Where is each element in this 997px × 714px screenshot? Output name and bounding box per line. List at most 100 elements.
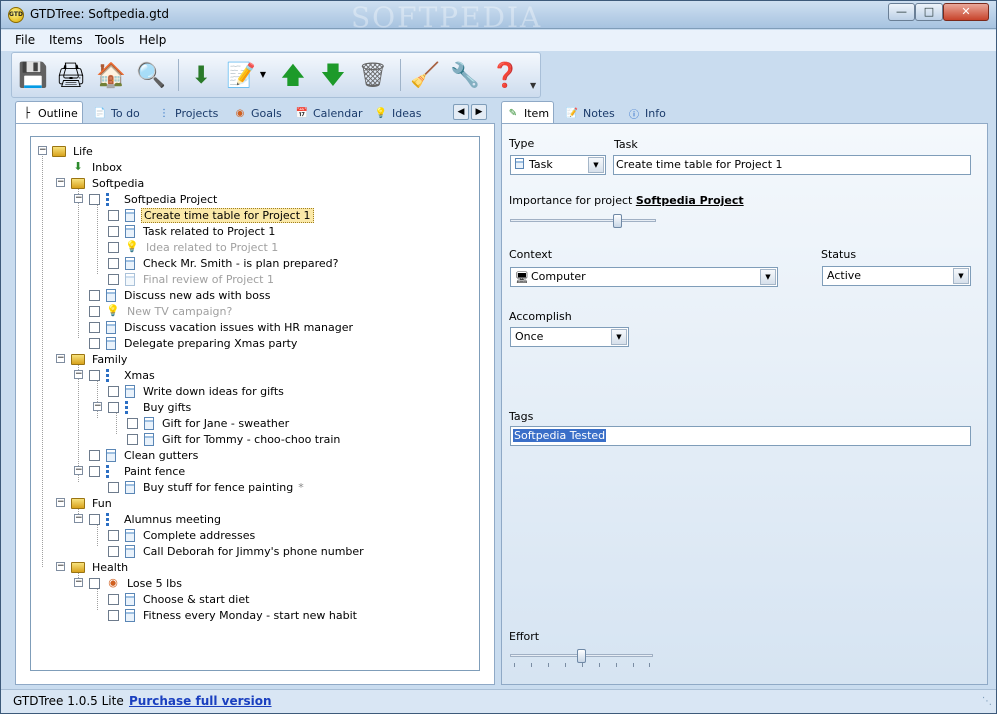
menu-file[interactable]: File — [15, 33, 35, 47]
resize-grip-icon[interactable]: ⋱ — [982, 696, 992, 707]
tree-node-lose-5[interactable]: ◉ Lose 5 lbs — [89, 575, 184, 591]
checkbox[interactable] — [89, 305, 100, 317]
tree-node-fitness[interactable]: Fitness every Monday - start new habit — [108, 607, 359, 623]
checkbox[interactable] — [108, 593, 119, 605]
purchase-link[interactable]: Purchase full version — [129, 694, 272, 708]
collapse-toggle[interactable]: − — [74, 466, 83, 475]
collapse-toggle[interactable]: − — [74, 370, 83, 379]
status-select[interactable]: Active ▼ — [822, 266, 971, 286]
tree-node-fun[interactable]: Fun — [71, 495, 114, 511]
tab-outline[interactable]: ├ Outline — [15, 101, 83, 124]
checkbox[interactable] — [89, 449, 100, 461]
import-button[interactable]: ⬇ — [184, 58, 218, 92]
tab-scroll-left-button[interactable]: ◀ — [453, 104, 469, 120]
tab-projects[interactable]: ⋮ Projects — [153, 103, 222, 123]
help-button[interactable]: ❓ — [488, 58, 522, 92]
search-button[interactable]: 🔍 — [134, 58, 168, 92]
tab-ideas[interactable]: 💡 Ideas — [370, 103, 425, 123]
checkbox[interactable] — [89, 321, 100, 333]
collapse-toggle[interactable]: − — [56, 498, 65, 507]
tab-scroll-right-button[interactable]: ▶ — [471, 104, 487, 120]
tab-goals[interactable]: ◉ Goals — [229, 103, 286, 123]
context-select[interactable]: 🖥 Computer ▼ — [510, 267, 778, 287]
save-button[interactable]: 💾 — [16, 58, 50, 92]
slider-thumb[interactable] — [577, 649, 586, 663]
tab-notes[interactable]: 📝 Notes — [561, 103, 619, 123]
collapse-toggle[interactable]: − — [38, 146, 47, 155]
move-down-button[interactable]: 🡇 — [316, 58, 350, 92]
tree-node-final-review[interactable]: Final review of Project 1 — [108, 271, 276, 287]
type-select[interactable]: Task ▼ — [510, 155, 606, 175]
tree-node-discuss-vacation[interactable]: Discuss vacation issues with HR manager — [89, 319, 355, 335]
menu-help[interactable]: Help — [139, 33, 166, 47]
collapse-toggle[interactable]: − — [74, 578, 83, 587]
toolbar-overflow-icon[interactable]: ▼ — [530, 81, 536, 90]
checkbox[interactable] — [89, 289, 100, 301]
tree-node-create-timetable[interactable]: Create time table for Project 1 — [108, 207, 314, 223]
tree-node-paint-fence[interactable]: Paint fence — [89, 463, 187, 479]
checkbox[interactable] — [89, 513, 100, 525]
tree-node-delegate-xmas[interactable]: Delegate preparing Xmas party — [89, 335, 299, 351]
collapse-toggle[interactable]: − — [93, 402, 102, 411]
accomplish-select[interactable]: Once ▼ — [510, 327, 629, 347]
collapse-toggle[interactable]: − — [56, 354, 65, 363]
checkbox[interactable] — [108, 209, 119, 221]
tab-item[interactable]: ✎ Item — [501, 101, 555, 124]
collapse-toggle[interactable]: − — [56, 562, 65, 571]
checkbox[interactable] — [108, 225, 119, 237]
tree-node-health[interactable]: Health — [71, 559, 130, 575]
delete-button[interactable]: 🗑 — [356, 58, 390, 92]
effort-slider[interactable] — [510, 649, 653, 667]
checkbox[interactable] — [89, 369, 100, 381]
tree-node-complete-addresses[interactable]: Complete addresses — [108, 527, 257, 543]
maximize-button[interactable]: □ — [915, 3, 943, 21]
checkbox[interactable] — [127, 433, 138, 445]
tree-node-softpedia-project[interactable]: Softpedia Project — [89, 191, 219, 207]
tab-todo[interactable]: 📄 To do — [89, 103, 144, 123]
tree-node-gift-tommy[interactable]: Gift for Tommy - choo-choo train — [127, 431, 342, 447]
tree-node-write-ideas[interactable]: Write down ideas for gifts — [108, 383, 286, 399]
edit-dropdown-button[interactable]: ▼ — [256, 58, 270, 92]
tree-node-xmas[interactable]: Xmas — [89, 367, 157, 383]
tree-node-new-tv[interactable]: 💡 New TV campaign? — [89, 303, 234, 319]
tab-calendar[interactable]: 📅 Calendar — [291, 103, 366, 123]
collapse-toggle[interactable]: − — [56, 178, 65, 187]
tree-node-family[interactable]: Family — [71, 351, 129, 367]
menu-tools[interactable]: Tools — [95, 33, 125, 47]
tree-node-task-related[interactable]: Task related to Project 1 — [108, 223, 277, 239]
tree-node-gift-jane[interactable]: Gift for Jane - sweather — [127, 415, 291, 431]
title-bar[interactable]: GTD GTDTree: Softpedia.gtd SOFTPEDIA — □… — [1, 1, 996, 34]
tree-node-choose-diet[interactable]: Choose & start diet — [108, 591, 251, 607]
print-button[interactable]: 🖨 — [54, 58, 88, 92]
checkbox[interactable] — [108, 529, 119, 541]
outline-tree[interactable]: − Life ⬇ Inbox − Softpedia − Softpedia Pr… — [30, 136, 480, 671]
tree-node-inbox[interactable]: ⬇ Inbox — [71, 159, 124, 175]
checkbox[interactable] — [108, 385, 119, 397]
move-up-button[interactable]: 🡅 — [276, 58, 310, 92]
checkbox[interactable] — [108, 257, 119, 269]
tree-node-idea-related[interactable]: 💡 Idea related to Project 1 — [108, 239, 280, 255]
tags-input[interactable]: Softpedia Tested — [510, 426, 971, 446]
tree-node-softpedia[interactable]: Softpedia — [71, 175, 146, 191]
home-button[interactable]: 🏠 — [94, 58, 128, 92]
tree-node-alumnus[interactable]: Alumnus meeting — [89, 511, 223, 527]
checkbox[interactable] — [108, 609, 119, 621]
importance-slider[interactable] — [510, 214, 656, 228]
tree-node-buy-gifts[interactable]: Buy gifts — [108, 399, 193, 415]
menu-items[interactable]: Items — [49, 33, 83, 47]
cleanup-button[interactable]: 🧹 — [408, 58, 442, 92]
importance-project-link[interactable]: Softpedia Project — [636, 194, 744, 207]
checkbox[interactable] — [108, 481, 119, 493]
task-input[interactable]: Create time table for Project 1 — [613, 155, 971, 175]
checkbox[interactable] — [89, 577, 100, 589]
checkbox[interactable] — [89, 465, 100, 477]
checkbox[interactable] — [89, 193, 100, 205]
tab-info[interactable]: ⓘ Info — [623, 103, 670, 123]
checkbox[interactable] — [108, 545, 119, 557]
edit-button[interactable]: 📝 — [224, 58, 258, 92]
checkbox[interactable] — [108, 273, 119, 285]
collapse-toggle[interactable]: − — [74, 194, 83, 203]
checkbox[interactable] — [89, 337, 100, 349]
tree-node-clean-gutters[interactable]: Clean gutters — [89, 447, 200, 463]
collapse-toggle[interactable]: − — [74, 514, 83, 523]
